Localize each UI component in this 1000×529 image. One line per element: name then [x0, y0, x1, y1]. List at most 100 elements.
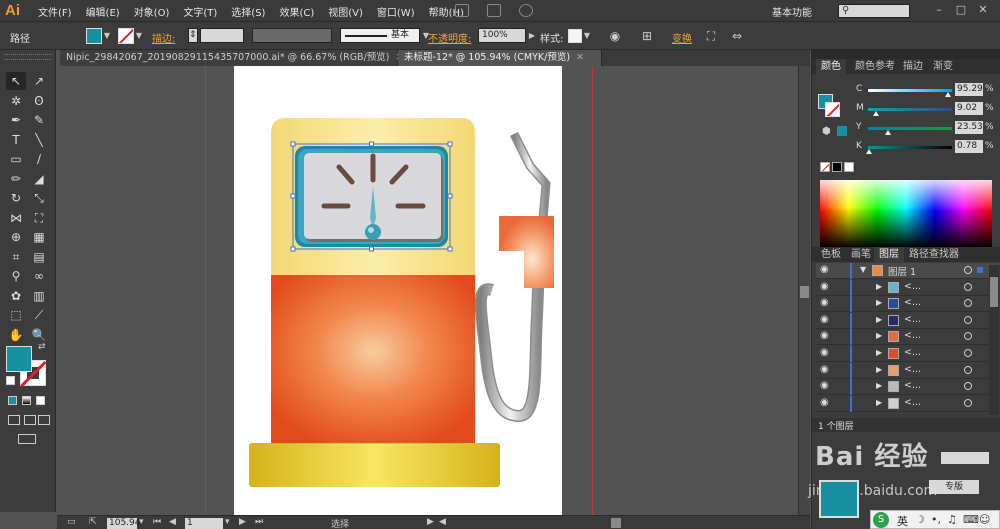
zoom-tool-icon[interactable]: 🔍 — [29, 326, 49, 344]
layer-name[interactable]: <... — [904, 297, 921, 308]
mesh-tool-icon[interactable]: ⌗ — [6, 248, 26, 266]
artboard-dropdown-arrow[interactable]: ▾ — [225, 517, 230, 527]
artboard-tool-icon[interactable]: ⬚ — [6, 306, 26, 324]
black-swatch[interactable] — [832, 162, 842, 172]
swap-colors-icon[interactable]: ⇄ — [38, 342, 46, 352]
target-circle-icon[interactable] — [964, 282, 972, 291]
expand-triangle-icon[interactable]: ▶ — [876, 381, 882, 390]
target-circle-icon[interactable] — [964, 398, 972, 407]
layer-row-top[interactable]: ◉ ▼ 图层 1 — [816, 263, 999, 279]
stroke-weight-dropdown[interactable] — [200, 28, 244, 43]
pencil-tool-icon[interactable]: ✏ — [6, 170, 26, 188]
canvas-area[interactable] — [57, 66, 798, 515]
eyedropper-tool-icon[interactable]: ⚲ — [6, 267, 26, 285]
stroke-swatch-color-panel[interactable] — [825, 102, 840, 117]
paintbrush-tool-icon[interactable]: ∕ — [29, 150, 49, 168]
gpu-performance-icon[interactable] — [519, 4, 533, 17]
channel-slider-k[interactable]: K 0.78% — [852, 139, 997, 157]
menu-item[interactable]: 视图(V) — [328, 4, 363, 19]
hand-tool-icon[interactable]: ✋ — [6, 326, 26, 344]
recolor-artwork-icon[interactable]: ◉ — [608, 29, 622, 43]
vertical-scrollbar[interactable] — [798, 66, 810, 515]
slider-knob[interactable] — [865, 149, 872, 154]
stroke-swatch[interactable] — [118, 28, 134, 44]
tab-layers-panel-1[interactable]: 画笔 — [846, 247, 876, 262]
channel-slider-y[interactable]: Y 23.53% — [852, 120, 997, 138]
channel-value-input[interactable]: 9.02 — [955, 102, 983, 115]
tab-nipic-document[interactable]: Nipic_29842067_20190829115435707000.ai* … — [60, 50, 403, 66]
menu-item[interactable]: 效果(C) — [279, 4, 314, 19]
slice-tool-icon[interactable]: ⟋ — [29, 306, 49, 324]
panel-menu-icon[interactable]: ⇔ — [730, 29, 744, 43]
artboard-number-field[interactable]: 1 — [185, 518, 223, 529]
line-tool-icon[interactable]: ╲ — [29, 131, 49, 149]
visibility-eye-icon[interactable]: ◉ — [820, 264, 829, 275]
layer-name[interactable]: <... — [904, 364, 921, 375]
bridge-icon[interactable] — [455, 4, 469, 17]
panel-collapse-bar[interactable] — [812, 50, 1000, 59]
gradient-tool-icon[interactable]: ▤ — [29, 248, 49, 266]
perspective-grid-tool-icon[interactable]: ▦ — [29, 228, 49, 246]
tab-layers-panel-2[interactable]: 图层 — [874, 247, 904, 262]
fill-dropdown-arrow[interactable]: ▼ — [102, 29, 112, 43]
opacity-field[interactable]: 100% — [478, 28, 526, 43]
curvature-tool-icon[interactable]: ✎ — [29, 111, 49, 129]
swatch-preview[interactable] — [819, 480, 859, 518]
color-mode-icon[interactable] — [8, 396, 17, 405]
menu-item[interactable]: 文字(T) — [183, 4, 217, 19]
channel-value-input[interactable]: 23.53 — [955, 121, 983, 134]
rectangle-tool-icon[interactable]: ▭ — [6, 150, 26, 168]
shape-builder-tool-icon[interactable]: ⊕ — [6, 228, 26, 246]
layer-name[interactable]: <... — [904, 347, 921, 358]
zoom-dropdown-arrow[interactable]: ▾ — [139, 517, 144, 527]
magic-wand-tool-icon[interactable]: ✲ — [6, 92, 26, 110]
visibility-eye-icon[interactable]: ◉ — [820, 297, 829, 308]
transform-link[interactable]: 变换 — [672, 30, 692, 45]
rotate-tool-icon[interactable]: ↻ — [6, 189, 26, 207]
scroll-thumb[interactable] — [800, 286, 809, 298]
expand-triangle-icon[interactable]: ▶ — [876, 365, 882, 374]
search-input[interactable]: ⚲ — [838, 4, 910, 18]
first-artboard-icon[interactable]: ⏮ — [153, 517, 161, 527]
expand-triangle-icon[interactable]: ▶ — [876, 315, 882, 324]
sublayer-row[interactable]: ◉ ▶ <... — [816, 379, 999, 396]
opacity-label[interactable]: 不透明度: — [428, 30, 471, 45]
slider-track[interactable] — [868, 127, 952, 130]
out-of-gamut-icon[interactable]: ⬢ — [822, 126, 831, 137]
none-swatch[interactable] — [820, 162, 830, 172]
draw-behind-icon[interactable] — [24, 415, 36, 425]
slider-knob[interactable] — [872, 111, 879, 116]
target-circle-icon[interactable] — [964, 365, 972, 374]
target-circle-icon[interactable] — [964, 349, 972, 357]
menu-item[interactable]: 编辑(E) — [86, 4, 120, 19]
horizontal-scroll-thumb[interactable] — [611, 518, 621, 528]
ime-keyboard-icon[interactable]: ⌨ — [963, 513, 979, 526]
fill-color-box[interactable] — [6, 346, 32, 372]
direct-selection-tool-icon[interactable]: ↗ — [29, 72, 49, 90]
tab-color-panel-0[interactable]: 颜色 — [816, 59, 846, 74]
channel-value-input[interactable]: 0.78 — [955, 140, 983, 153]
draw-inside-icon[interactable] — [38, 415, 50, 425]
visibility-eye-icon[interactable]: ◉ — [820, 380, 829, 391]
selection-tool-icon[interactable]: ↖ — [6, 72, 26, 90]
ime-user-icon[interactable]: ☺ — [979, 513, 990, 526]
default-colors-icon[interactable] — [6, 376, 15, 385]
zoom-field[interactable]: 105.94 — [107, 518, 141, 529]
expand-triangle-icon[interactable]: ▶ — [876, 282, 882, 291]
ime-moon-icon[interactable]: ☽ — [915, 513, 925, 526]
layer-name[interactable]: <... — [904, 281, 921, 292]
channel-slider-c[interactable]: C 95.29% — [852, 82, 997, 100]
gamut-swatch[interactable] — [837, 126, 847, 136]
layer-name[interactable]: 图层 1 — [888, 264, 916, 278]
expand-triangle-icon[interactable]: ▼ — [860, 265, 866, 274]
ime-mic-icon[interactable]: ♫ — [947, 513, 957, 526]
isolate-selected-icon[interactable]: ⛶ — [704, 29, 718, 43]
lasso-tool-icon[interactable]: ʘ — [29, 92, 49, 110]
variable-width-profile[interactable] — [252, 28, 332, 43]
tab-untitled-12[interactable]: 未标题-12* @ 105.94% (CMYK/预览) ✕ — [398, 50, 602, 66]
sublayer-row[interactable]: ◉ ▶ <... — [816, 296, 999, 313]
opacity-value-field[interactable] — [941, 452, 989, 464]
channel-slider-m[interactable]: M 9.02% — [852, 101, 997, 119]
blend-tool-icon[interactable]: ∞ — [29, 267, 49, 285]
target-circle-icon[interactable] — [964, 299, 972, 308]
